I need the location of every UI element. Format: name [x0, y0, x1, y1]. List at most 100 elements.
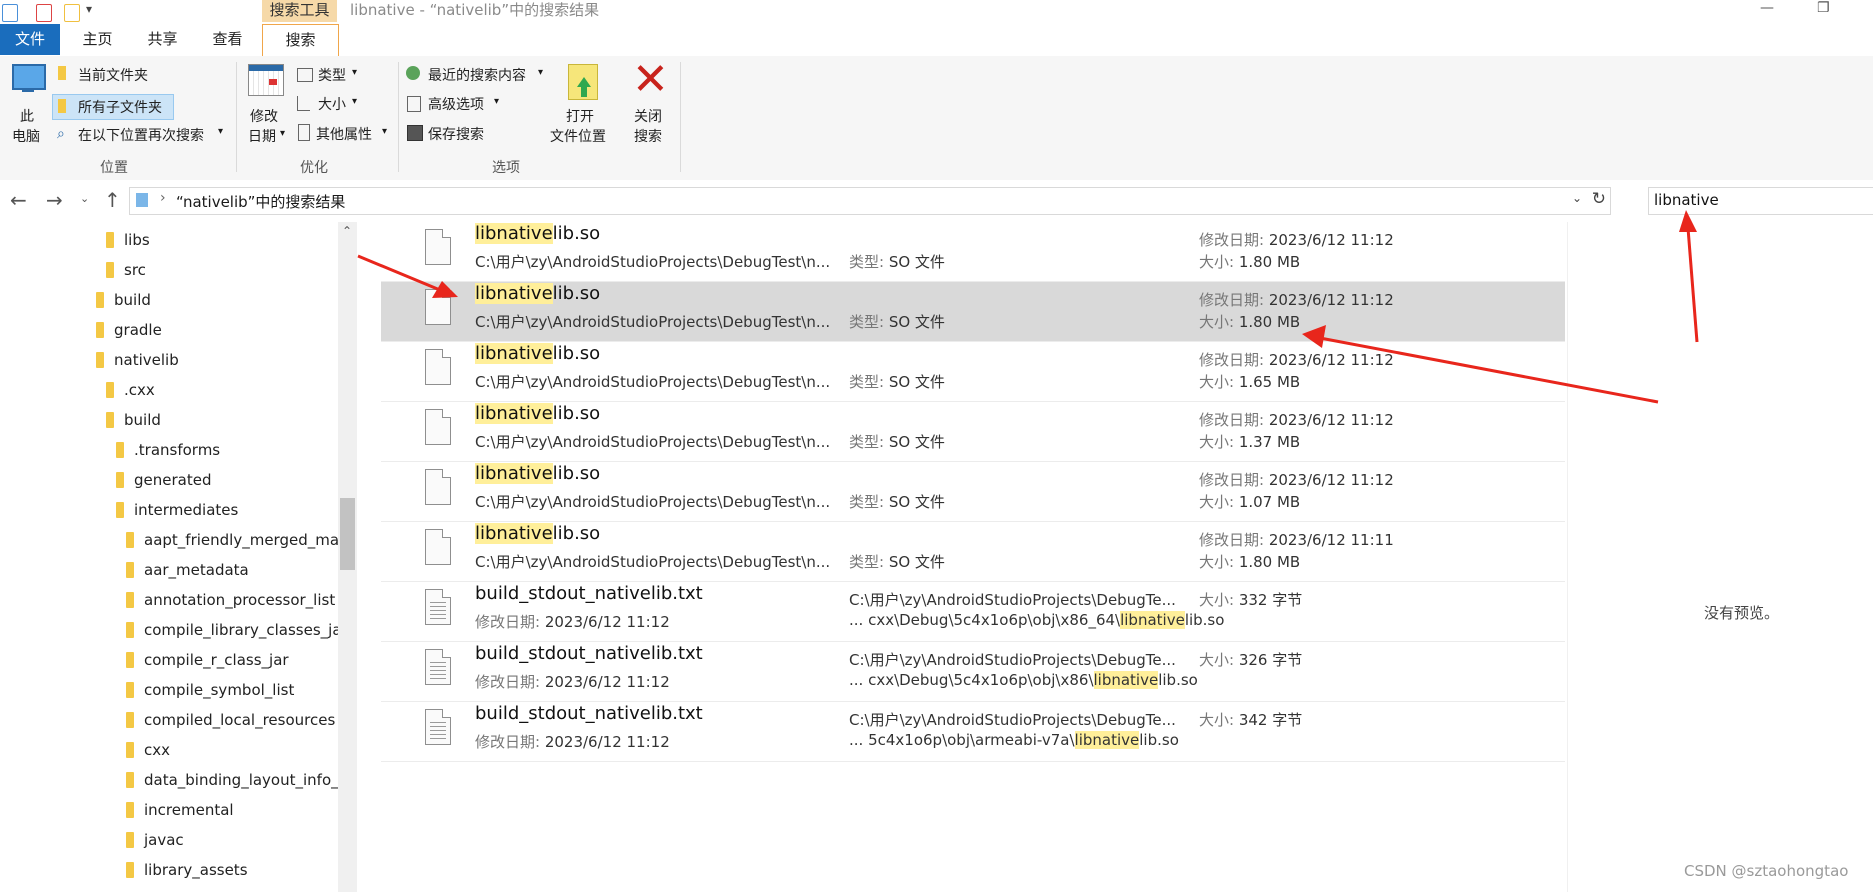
nav-tree-item[interactable]: compile_library_classes_ja	[126, 618, 342, 642]
nav-tree-item[interactable]: .transforms	[116, 438, 220, 462]
search-results-icon	[136, 193, 148, 207]
save-search-label: 保存搜索	[428, 127, 484, 143]
result-row[interactable]: libnativelib.so C:\用户\zy\AndroidStudioPro…	[381, 402, 1565, 462]
size-value: 1.65 MB	[1238, 373, 1301, 391]
nav-tree-item[interactable]: compiled_local_resources	[126, 708, 335, 732]
size-value: 1.07 MB	[1238, 493, 1301, 511]
result-row[interactable]: libnativelib.so C:\用户\zy\AndroidStudioPro…	[381, 342, 1565, 402]
result-row[interactable]: build_stdout_nativelib.txt 修改日期: 2023/6/1…	[381, 642, 1565, 702]
refresh-icon[interactable]: ↻	[1592, 189, 1606, 209]
scroll-up-icon[interactable]: ⌃	[342, 224, 352, 238]
text-file-icon	[425, 589, 451, 625]
result-row[interactable]: build_stdout_nativelib.txt 修改日期: 2023/6/1…	[381, 702, 1565, 762]
snippet-text: ... 5c4x1o6p\obj\armeabi-v7a\	[849, 731, 1075, 749]
modified-label: 修改日期:	[1199, 351, 1269, 369]
up-arrow-icon[interactable]: ↑	[104, 188, 121, 212]
result-date: 修改日期: 2023/6/12 11:12	[475, 671, 670, 692]
folder-icon	[126, 742, 134, 758]
nav-tree-item[interactable]: incremental	[126, 798, 234, 822]
close-search-label-2: 搜索	[634, 129, 662, 145]
recent-locations-icon[interactable]: ⌄	[80, 192, 89, 205]
nav-tree-item[interactable]: gradle	[96, 318, 162, 342]
qat-dropdown-icon[interactable]: ▾	[86, 2, 92, 16]
result-row[interactable]: build_stdout_nativelib.txt 修改日期: 2023/6/1…	[381, 582, 1565, 642]
nav-tree-item[interactable]: library_assets	[126, 858, 248, 882]
forward-arrow-icon[interactable]: →	[46, 188, 63, 212]
modified-label: 修改日期:	[1199, 231, 1269, 249]
result-row[interactable]: libnativelib.so C:\用户\zy\AndroidStudioPro…	[381, 282, 1565, 342]
result-file-name: libnativelib.so	[475, 223, 600, 244]
folder-icon	[106, 382, 114, 398]
navigation-pane: libs src build gradle nativelib .cxx build .tra…	[0, 222, 357, 892]
nav-tree-item[interactable]: compile_r_class_jar	[126, 648, 289, 672]
result-path: C:\用户\zy\AndroidStudioProjects\DebugTest…	[475, 313, 831, 331]
back-arrow-icon[interactable]: ←	[10, 188, 27, 212]
nav-tree-item[interactable]: generated	[116, 468, 211, 492]
breadcrumb-chevron-icon[interactable]: ›	[160, 190, 166, 206]
tab-file[interactable]: 文件	[0, 24, 60, 55]
modified-value: 2023/6/12 11:12	[544, 673, 670, 691]
nav-tree-item[interactable]: libs	[106, 228, 150, 252]
snippet-text: lib.so	[1139, 731, 1179, 749]
result-date: 修改日期: 2023/6/12 11:12	[1199, 409, 1394, 430]
modified-value: 2023/6/12 11:12	[1268, 471, 1394, 489]
size-value: 332 字节	[1238, 591, 1303, 609]
nav-tree-item[interactable]: src	[106, 258, 146, 282]
address-field[interactable]: › “nativelib”中的搜索结果 ⌄ ↻	[129, 187, 1611, 215]
file-icon	[425, 529, 451, 565]
open-location-label-1: 打开	[566, 109, 594, 125]
nav-scroll-thumb[interactable]	[340, 498, 355, 570]
result-date: 修改日期: 2023/6/12 11:11	[1199, 529, 1394, 550]
nav-tree-label: libs	[124, 231, 150, 249]
address-dropdown-icon[interactable]: ⌄	[1572, 191, 1582, 205]
result-row[interactable]: libnativelib.so C:\用户\zy\AndroidStudioPro…	[381, 222, 1565, 282]
modified-value: 2023/6/12 11:11	[1268, 531, 1394, 549]
modified-value: 2023/6/12 11:12	[1268, 231, 1394, 249]
properties-icon[interactable]	[2, 4, 18, 22]
computer-stand	[22, 88, 34, 92]
nav-tree-label: generated	[134, 471, 212, 489]
nav-tree-item[interactable]: .cxx	[106, 378, 155, 402]
nav-tree-label: aapt_friendly_merged_ma	[144, 531, 340, 549]
nav-tree-label: src	[124, 261, 146, 279]
nav-tree-item[interactable]: build	[96, 288, 151, 312]
search-input[interactable]: libnative	[1648, 187, 1873, 215]
nav-tree-item[interactable]: annotation_processor_list	[126, 588, 335, 612]
nav-tree-item[interactable]: javac	[126, 828, 184, 852]
dropdown-arrow-icon: ▾	[352, 67, 358, 78]
minimize-icon[interactable]: —	[1760, 0, 1774, 16]
result-row[interactable]: libnativelib.so C:\用户\zy\AndroidStudioPro…	[381, 522, 1565, 582]
tab-view[interactable]: 查看	[200, 24, 255, 55]
result-path: C:\用户\zy\AndroidStudioProjects\DebugTe..…	[849, 711, 1176, 729]
tab-search[interactable]: 搜索	[262, 24, 339, 56]
modified-value: 2023/6/12 11:12	[544, 613, 670, 631]
tab-share[interactable]: 共享	[135, 24, 190, 55]
restore-icon[interactable]: ❐	[1817, 0, 1830, 16]
result-file-name: build_stdout_nativelib.txt	[475, 703, 703, 724]
nav-tree-item[interactable]: cxx	[126, 738, 170, 762]
nav-tree-item[interactable]: nativelib	[96, 348, 179, 372]
nav-tree-item[interactable]: build	[106, 408, 161, 432]
all-subfolders-button[interactable]: 所有子文件夹	[52, 94, 174, 120]
result-type: 类型: SO 文件	[849, 311, 945, 332]
size-label: 大小:	[1199, 493, 1239, 511]
nav-scrollbar[interactable]: ⌃	[338, 222, 357, 892]
checkmark-icon[interactable]	[36, 4, 52, 22]
breadcrumb-path[interactable]: “nativelib”中的搜索结果	[176, 191, 345, 212]
tab-home[interactable]: 主页	[70, 24, 125, 55]
size-value: 326 字节	[1238, 651, 1303, 669]
nav-tree-item[interactable]: data_binding_layout_info_	[126, 768, 339, 792]
nav-tree-item[interactable]: compile_symbol_list	[126, 678, 294, 702]
result-size: 大小: 332 字节	[1199, 589, 1302, 610]
nav-tree-item[interactable]: aapt_friendly_merged_ma	[126, 528, 339, 552]
result-row[interactable]: libnativelib.so C:\用户\zy\AndroidStudioPro…	[381, 462, 1565, 522]
nav-tree-label: intermediates	[134, 501, 239, 519]
recent-searches-icon	[406, 66, 420, 80]
properties-icon	[298, 124, 310, 141]
modified-value: 2023/6/12 11:12	[1268, 351, 1394, 369]
nav-tree-item[interactable]: intermediates	[116, 498, 238, 522]
result-date: 修改日期: 2023/6/12 11:12	[1199, 289, 1394, 310]
modified-label-1: 修改	[250, 109, 278, 125]
nav-tree-item[interactable]: aar_metadata	[126, 558, 249, 582]
new-folder-icon[interactable]	[64, 4, 80, 22]
